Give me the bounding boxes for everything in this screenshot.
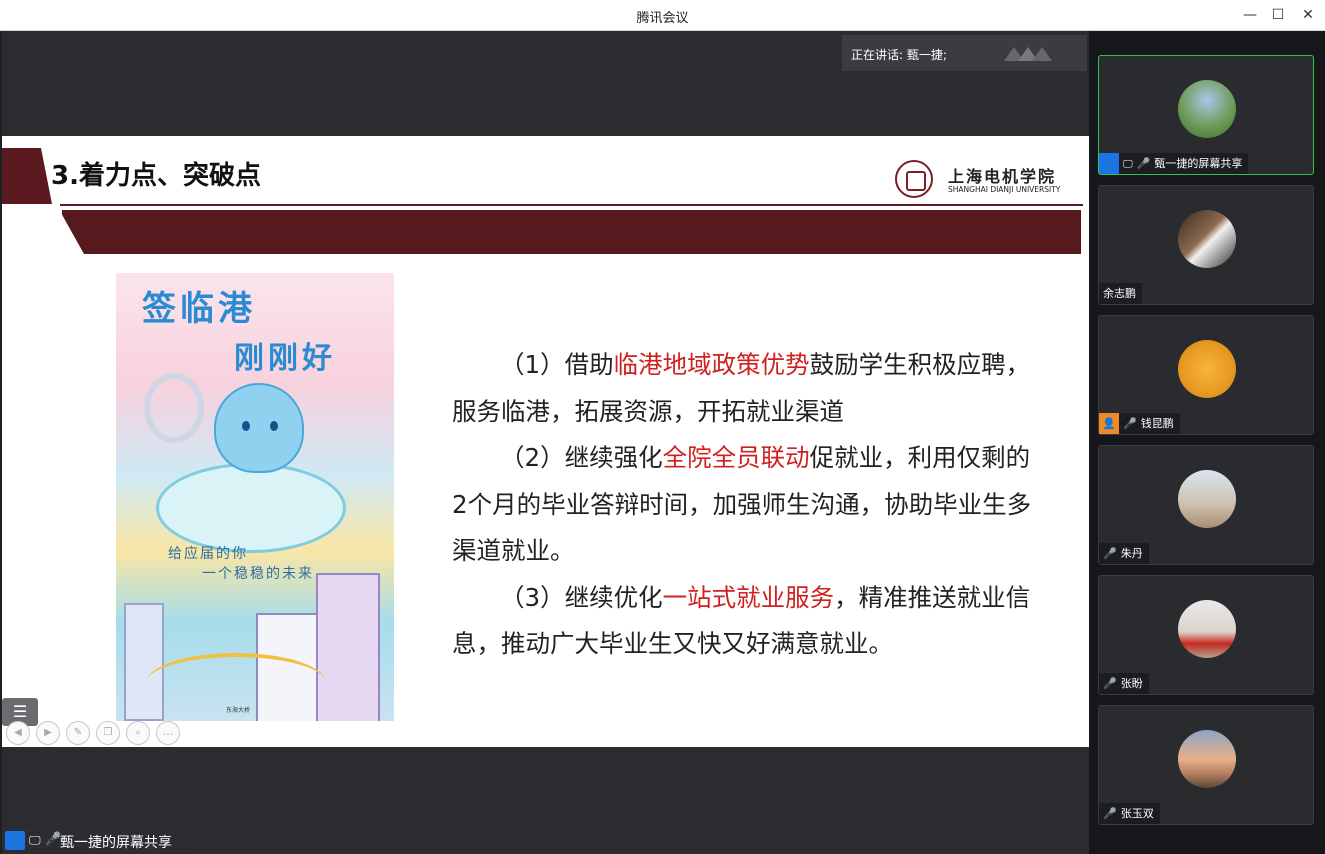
poster-handwriting2: 一个稳稳的未来 bbox=[202, 566, 314, 582]
paragraph-3: （3）继续优化一站式就业服务，精准推送就业信息，推动广大毕业生又快又好满意就业。 bbox=[452, 575, 1032, 668]
paragraph-2: （2）继续强化全院全员联动促就业，利用仅剩的2个月的毕业答辩时间，加强师生沟通，… bbox=[452, 435, 1032, 575]
close-icon[interactable]: ✕ bbox=[1297, 4, 1319, 26]
avatar bbox=[1178, 210, 1236, 268]
cohost-user-icon: 👤 bbox=[1099, 413, 1119, 434]
slide-title: 3.着力点、突破点 bbox=[51, 161, 261, 191]
participant-name: 余志鹏 bbox=[1103, 287, 1136, 300]
pen-icon[interactable]: ✎ bbox=[66, 721, 90, 745]
title-rule bbox=[60, 204, 1083, 206]
poster-line1: 签临港 bbox=[142, 289, 256, 329]
minimize-icon[interactable]: — bbox=[1239, 4, 1261, 26]
avatar bbox=[1178, 600, 1236, 658]
participant-namebar: 🎤 朱丹 bbox=[1099, 543, 1149, 564]
participant-name: 张盼 bbox=[1120, 677, 1143, 690]
screen-share-icon: 🖵 bbox=[1123, 159, 1133, 170]
prev-slide-icon[interactable]: ◀ bbox=[6, 721, 30, 745]
paragraph-text: （3）继续优化 bbox=[500, 582, 663, 612]
mic-on-icon: 🎤 bbox=[1136, 157, 1151, 170]
participant-tile[interactable]: 🎤 张盼 bbox=[1098, 575, 1314, 695]
tencent-meeting-logo-icon bbox=[1004, 47, 1052, 61]
paragraph-text: （2）继续强化 bbox=[500, 443, 663, 472]
zoom-icon[interactable]: ⌕ bbox=[126, 721, 150, 745]
share-label: 甄一捷的屏幕共享 bbox=[60, 835, 172, 851]
screen-share-badge: 👤 🖵 🎤 甄一捷的屏幕共享 bbox=[2, 829, 192, 852]
university-name-cn: 上海电机学院 bbox=[948, 167, 1057, 186]
maximize-icon[interactable]: ☐ bbox=[1267, 4, 1289, 26]
university-name-en: SHANGHAI DIANJI UNIVERSITY bbox=[948, 185, 1061, 194]
participant-namebar: 👤 🖵 🎤 甄一捷的屏幕共享 bbox=[1099, 153, 1249, 174]
participant-name: 朱丹 bbox=[1120, 547, 1143, 560]
copy-icon[interactable]: ❐ bbox=[96, 721, 120, 745]
poster-handwriting1: 给应届的你 bbox=[168, 546, 248, 562]
mascot-eye bbox=[270, 421, 278, 431]
paragraph-1: （1）借助临港地域政策优势鼓励学生积极应聘，服务临港，拓展资源，开拓就业渠道 bbox=[452, 342, 1032, 435]
university-logo: 上海电机学院 SHANGHAI DIANJI UNIVERSITY bbox=[895, 160, 1065, 200]
mic-off-icon: 🎤 bbox=[1103, 807, 1117, 820]
slide-body: （1）借助临港地域政策优势鼓励学生积极应聘，服务临港，拓展资源，开拓就业渠道 （… bbox=[452, 342, 1032, 668]
university-seal-icon bbox=[895, 160, 933, 198]
poster-line2: 刚刚好 bbox=[234, 341, 336, 376]
recruitment-poster: 签临港 刚刚好 给应届的你 一个稳稳的未来 东海大桥 bbox=[116, 273, 394, 721]
participant-sidebar: 👤 🖵 🎤 甄一捷的屏幕共享 余志鹏 👤 🎤 钱昆鹏 🎤 朱丹 🎤 张盼 🎤 张玉双 bbox=[1089, 31, 1325, 854]
mic-on-icon: 🎤 bbox=[45, 832, 62, 847]
mic-off-icon: 🎤 bbox=[1103, 677, 1117, 690]
poster-wave bbox=[156, 463, 346, 553]
host-user-icon: 👤 bbox=[5, 831, 25, 850]
participant-namebar: 🎤 张玉双 bbox=[1099, 803, 1160, 824]
participant-name: 钱昆鹏 bbox=[1140, 417, 1174, 430]
window-title: 腾讯会议 bbox=[636, 11, 689, 26]
highlight-text: 一站式就业服务 bbox=[662, 582, 835, 612]
speaking-indicator: 正在讲话: 甄一捷; bbox=[842, 35, 1087, 71]
participant-namebar: 🎤 张盼 bbox=[1099, 673, 1149, 694]
poster-bridge bbox=[146, 653, 326, 713]
participant-name: 甄一捷的屏幕共享 bbox=[1154, 157, 1243, 170]
participant-tile[interactable]: 👤 🎤 钱昆鹏 bbox=[1098, 315, 1314, 435]
poster-ring bbox=[144, 373, 204, 443]
poster-mascot bbox=[214, 383, 304, 473]
mic-off-icon: 🎤 bbox=[1103, 547, 1117, 560]
screen-share-icon: 🖵 bbox=[29, 833, 41, 847]
participant-namebar: 👤 🎤 钱昆鹏 bbox=[1099, 413, 1180, 434]
highlight-text: 全院全员联动 bbox=[662, 443, 810, 472]
poster-plate: 东海大桥 bbox=[226, 707, 251, 714]
shared-slide: 3.着力点、突破点 上海电机学院 SHANGHAI DIANJI UNIVERS… bbox=[2, 136, 1089, 747]
window-titlebar: 腾讯会议 — ☐ ✕ bbox=[0, 0, 1325, 31]
host-user-icon: 👤 bbox=[1099, 153, 1119, 174]
next-slide-icon[interactable]: ▶ bbox=[36, 721, 60, 745]
slide-toolbar: ◀ ▶ ✎ ❐ ⌕… bbox=[6, 720, 186, 745]
avatar bbox=[1178, 470, 1236, 528]
participant-tile[interactable]: 🎤 朱丹 bbox=[1098, 445, 1314, 565]
speaking-text: 正在讲话: 甄一捷; bbox=[851, 48, 947, 62]
title-accent bbox=[2, 148, 52, 204]
participant-tile[interactable]: 👤 🖵 🎤 甄一捷的屏幕共享 bbox=[1098, 55, 1314, 175]
avatar bbox=[1178, 730, 1236, 788]
mascot-eye bbox=[242, 421, 250, 431]
more-icon[interactable]: … bbox=[156, 721, 180, 745]
avatar bbox=[1178, 340, 1236, 398]
paragraph-text: （1）借助 bbox=[500, 350, 614, 379]
header-band bbox=[62, 210, 1081, 254]
participant-tile[interactable]: 余志鹏 bbox=[1098, 185, 1314, 305]
participant-name: 张玉双 bbox=[1120, 807, 1154, 820]
participant-namebar: 余志鹏 bbox=[1099, 283, 1142, 304]
avatar bbox=[1178, 80, 1236, 138]
participant-tile[interactable]: 🎤 张玉双 bbox=[1098, 705, 1314, 825]
mic-off-icon: 🎤 bbox=[1123, 417, 1137, 430]
highlight-text: 临港地域政策优势 bbox=[613, 350, 810, 379]
